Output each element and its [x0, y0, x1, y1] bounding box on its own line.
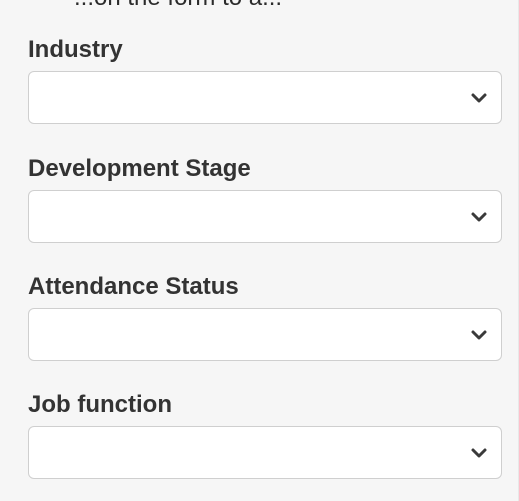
chevron-down-icon[interactable]: [469, 88, 489, 108]
chevron-down-icon[interactable]: [469, 325, 489, 345]
development-stage-select[interactable]: [28, 190, 502, 243]
job-function-label: Job function: [28, 391, 172, 418]
job-function-select[interactable]: [28, 426, 502, 479]
chevron-down-icon[interactable]: [469, 207, 489, 227]
clipped-header-text: ...on the form to a...: [0, 0, 519, 14]
industry-select[interactable]: [28, 71, 502, 124]
filter-panel: ...on the form to a... Industry Developm…: [0, 0, 519, 501]
attendance-status-select[interactable]: [28, 308, 502, 361]
attendance-status-label: Attendance Status: [28, 273, 239, 300]
development-stage-label: Development Stage: [28, 155, 251, 182]
industry-label: Industry: [28, 36, 123, 63]
chevron-down-icon[interactable]: [469, 443, 489, 463]
clipped-header-label: ...on the form to a...: [74, 0, 282, 12]
